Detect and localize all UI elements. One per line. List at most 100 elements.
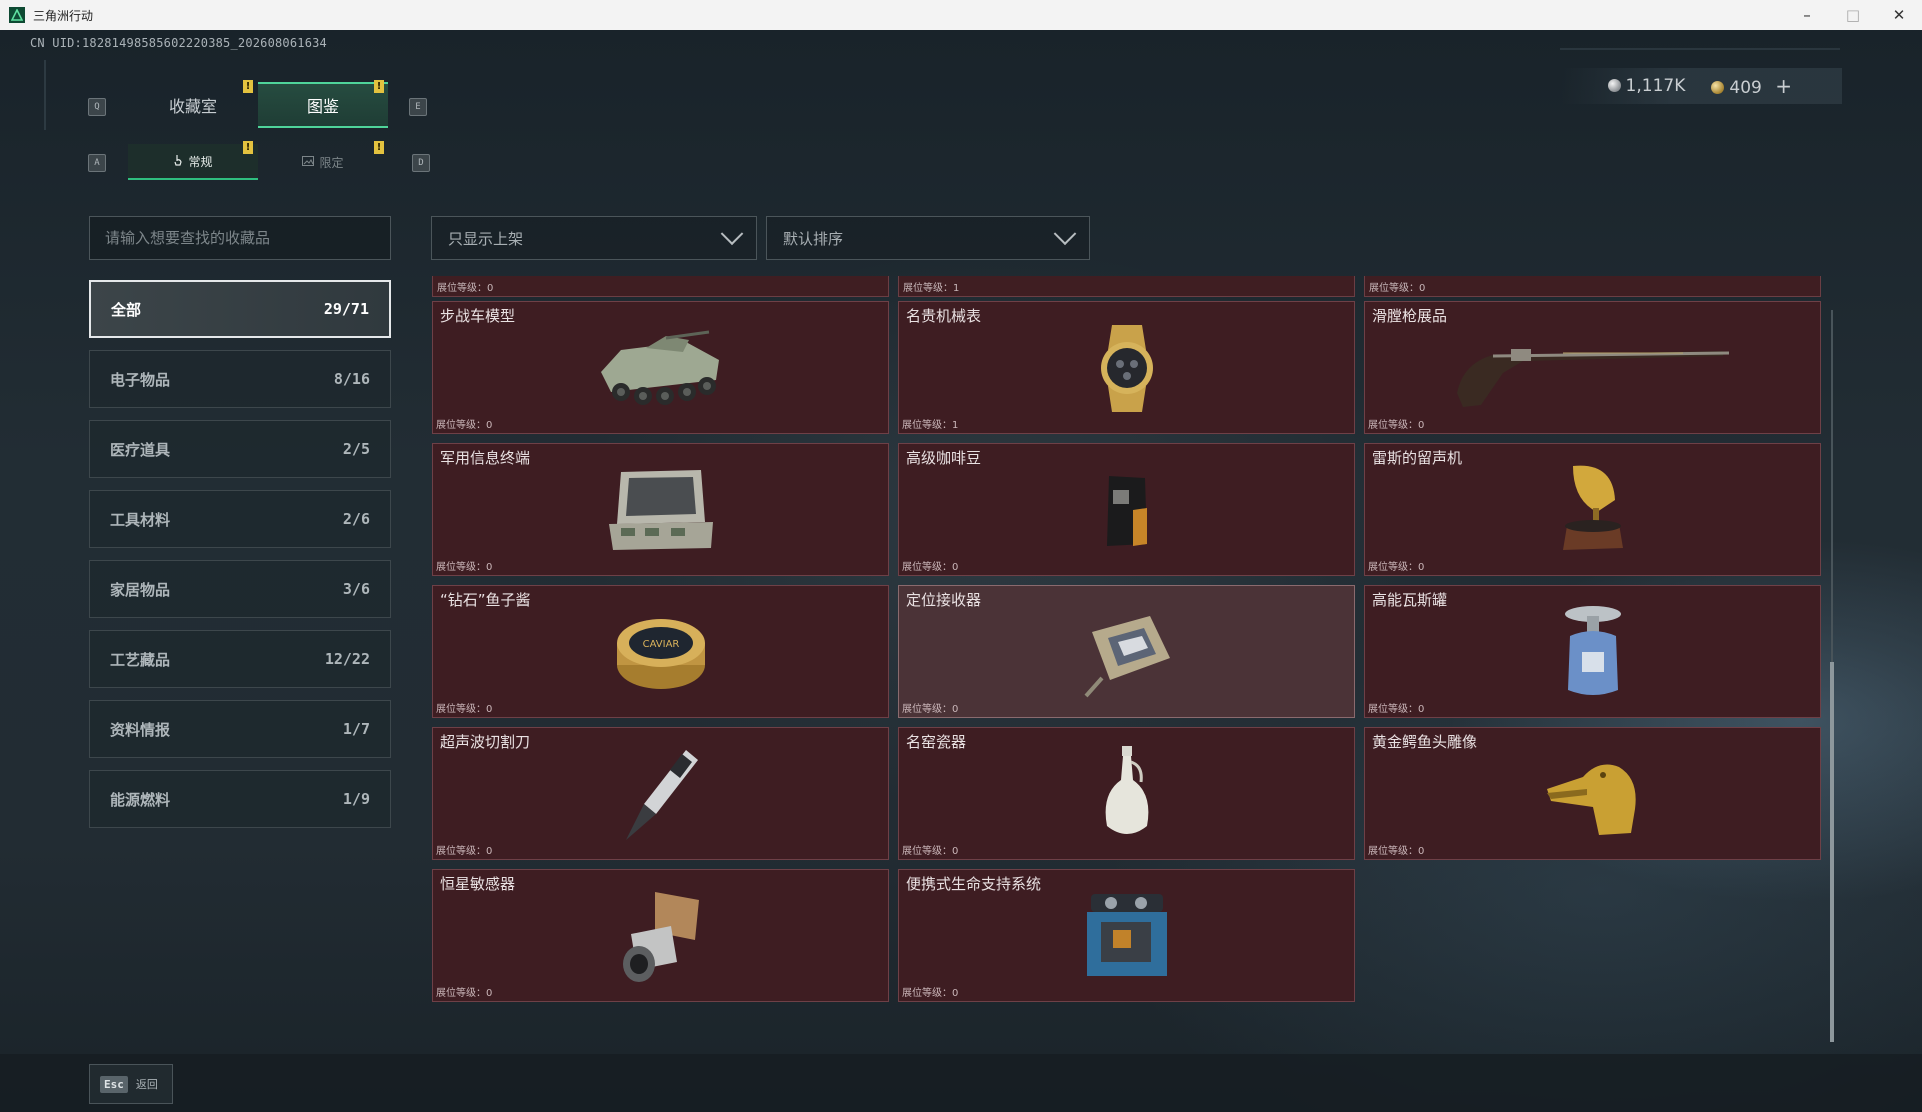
star-sensor-icon (622, 891, 699, 982)
item-name: 定位接收器 (906, 591, 982, 609)
item-card[interactable]: 超声波切割刀 展位等级：0 (432, 727, 889, 860)
item-level: 展位等级：1 (903, 283, 960, 294)
category-count: 29/71 (323, 300, 369, 318)
partial-item-card[interactable]: 展位等级：0 (432, 276, 889, 297)
currency-bar: 1,117K 409 + (1562, 68, 1842, 104)
caviar-tin-text: CAVIAR (642, 639, 679, 650)
gold-currency: 409 + (1711, 74, 1792, 98)
uid-label: CN UID:18281498585602220385_202608061634 (30, 36, 327, 50)
category-count: 1/7 (342, 720, 370, 738)
back-label: 返回 (135, 1078, 158, 1091)
footer-bar (0, 1054, 1922, 1112)
item-card[interactable]: 滑膛枪展品 展位等级：0 (1364, 301, 1821, 434)
search-input[interactable] (89, 216, 391, 260)
ifv-model-icon (600, 330, 719, 405)
item-name: 滑膛枪展品 (1372, 307, 1448, 325)
category-label: 家居物品 (110, 580, 171, 599)
gas-canister-icon (1564, 605, 1621, 695)
category-label: 医疗道具 (110, 440, 171, 459)
category-label: 工艺藏品 (110, 650, 171, 669)
item-card[interactable]: 定位接收器 展位等级：0 (898, 585, 1355, 718)
item-card[interactable]: “钻石”鱼子酱 CAVIAR 展位等级：0 (432, 585, 889, 718)
key-hint-q: Q (88, 98, 106, 116)
silver-coin-icon (1607, 79, 1621, 92)
item-card[interactable]: 名贵机械表 展位等级：1 (898, 301, 1355, 434)
key-hint-e: E (409, 98, 427, 116)
item-level: 展位等级：0 (436, 562, 493, 573)
item-level: 展位等级：0 (1368, 846, 1425, 857)
item-name: 超声波切割刀 (440, 733, 531, 751)
category-medical[interactable]: 医疗道具 2/5 (89, 420, 391, 478)
category-electronics[interactable]: 电子物品 8/16 (89, 350, 391, 408)
item-card[interactable]: 雷斯的留声机 展位等级：0 (1364, 443, 1821, 576)
grid-scrollbar-thumb[interactable] (1830, 662, 1834, 1042)
minimize-button[interactable]: – (1784, 0, 1830, 30)
shelf-filter-dropdown[interactable]: 只显示上架 (431, 216, 757, 260)
category-count: 2/5 (342, 440, 370, 458)
image-icon (302, 155, 315, 169)
hud-decoration (1560, 48, 1840, 50)
item-name: 军用信息终端 (440, 449, 531, 467)
category-crafts[interactable]: 工艺藏品 12/22 (89, 630, 391, 688)
item-level: 展位等级：0 (1369, 283, 1426, 294)
category-intel[interactable]: 资料情报 1/7 (89, 700, 391, 758)
item-level: 展位等级：0 (436, 420, 493, 431)
category-energy[interactable]: 能源燃料 1/9 (89, 770, 391, 828)
item-card[interactable]: 高级咖啡豆 展位等级：0 (898, 443, 1355, 576)
item-card[interactable]: 军用信息终端 展位等级：0 (432, 443, 889, 576)
hud-decoration (44, 60, 46, 130)
partial-item-card[interactable]: 展位等级：1 (898, 276, 1355, 297)
window-title: 三角洲行动 (33, 8, 94, 23)
item-level: 展位等级：0 (902, 846, 959, 857)
item-level: 展位等级：0 (437, 283, 494, 294)
category-household[interactable]: 家居物品 3/6 (89, 560, 391, 618)
back-button[interactable]: Esc 返回 (89, 1064, 173, 1104)
ultrasonic-knife-icon (625, 749, 698, 840)
gold-croc-head-icon (1546, 764, 1636, 835)
item-grid: 展位等级：0 展位等级：1 展位等级：0 步战车模型 展位等级：0 名贵机械表 … (430, 276, 1830, 1040)
item-name: 步战车模型 (440, 307, 516, 325)
category-label: 资料情报 (110, 720, 171, 739)
item-level: 展位等级：0 (902, 562, 959, 573)
item-card[interactable]: 便携式生命支持系统 展位等级：0 (898, 869, 1355, 1002)
category-all[interactable]: 全部 29/71 (89, 280, 391, 338)
collection-screen: CN UID:18281498585602220385_202608061634… (0, 30, 1922, 1112)
add-currency-button[interactable]: + (1775, 74, 1792, 98)
item-name: 便携式生命支持系统 (906, 875, 1042, 893)
life-support-icon (1086, 893, 1167, 976)
close-button[interactable]: ✕ (1876, 0, 1922, 30)
item-card[interactable]: 步战车模型 展位等级：0 (432, 301, 889, 434)
partial-item-card[interactable]: 展位等级：0 (1364, 276, 1821, 297)
category-label: 电子物品 (110, 370, 171, 389)
caviar-tin-icon: CAVIAR (616, 618, 705, 689)
item-card[interactable]: 黄金鳄鱼头雕像 展位等级：0 (1364, 727, 1821, 860)
chevron-down-icon (1053, 222, 1077, 246)
alert-badge: ! (374, 141, 384, 154)
musket-icon (1456, 348, 1729, 407)
terminal-icon (608, 469, 713, 550)
category-count: 2/6 (342, 510, 370, 528)
sort-dropdown[interactable]: 默认排序 (766, 216, 1090, 260)
app-logo-icon (9, 7, 25, 23)
key-hint-a: A (88, 154, 106, 172)
item-name: 高级咖啡豆 (906, 449, 982, 467)
maximize-button[interactable]: □ (1830, 0, 1876, 30)
alert-badge: ! (243, 80, 253, 93)
shelf-filter-value: 只显示上架 (448, 229, 524, 248)
chevron-down-icon (720, 222, 744, 246)
item-card[interactable]: 恒星敏感器 展位等级：0 (432, 869, 889, 1002)
tab-limited[interactable]: 限定 (258, 144, 388, 180)
item-level: 展位等级：0 (436, 704, 493, 715)
item-card[interactable]: 名窑瓷器 展位等级：0 (898, 727, 1355, 860)
sort-value: 默认排序 (783, 229, 844, 248)
alert-badge: ! (243, 141, 253, 154)
key-hint-d: D (412, 154, 430, 172)
item-card[interactable]: 高能瓦斯罐 展位等级：0 (1364, 585, 1821, 718)
category-count: 1/9 (342, 790, 370, 808)
category-tools[interactable]: 工具材料 2/6 (89, 490, 391, 548)
tab-collection-room[interactable]: 收藏室 (128, 82, 258, 128)
tab-catalog[interactable]: 图鉴 (258, 82, 388, 128)
tab-regular[interactable]: 常规 (128, 144, 258, 180)
category-count: 12/22 (324, 650, 370, 668)
item-name: 恒星敏感器 (440, 875, 516, 893)
